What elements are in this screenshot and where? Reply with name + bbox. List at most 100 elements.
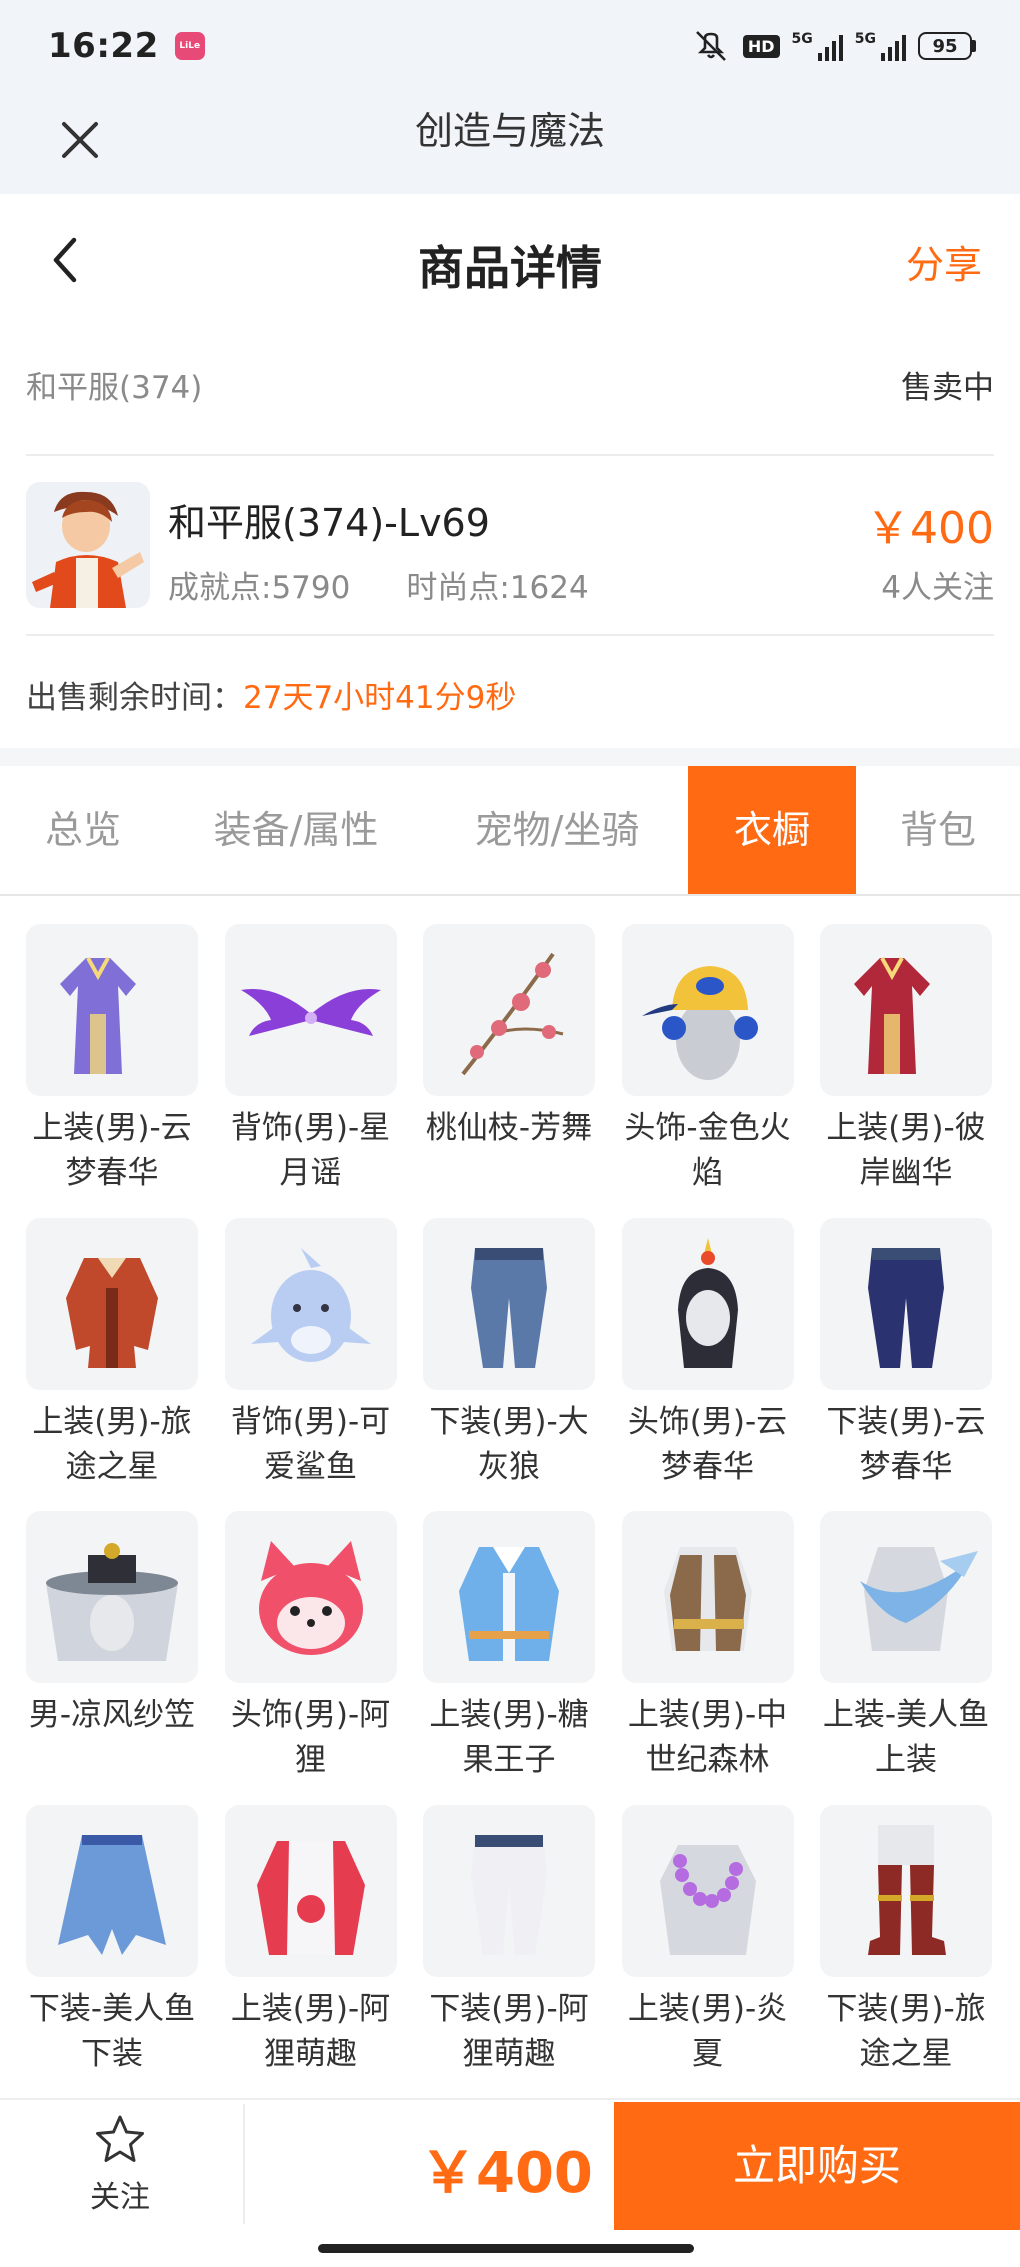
character-avatar-icon (26, 482, 150, 608)
wardrobe-item[interactable]: 头饰(男)-云梦春华 (621, 1217, 794, 1508)
item-thumbnail (423, 1217, 595, 1390)
pants-icon (471, 1834, 547, 1955)
item-thumbnail (26, 1217, 198, 1390)
follow-button[interactable]: 关注 (60, 2114, 180, 2224)
timer-label: 出售剩余时间： (26, 680, 243, 716)
item-thumbnail (820, 924, 992, 1096)
item-name: 上装(男)-旅途之星 (32, 1403, 192, 1485)
item-name: 上装(男)-阿狸萌趣 (230, 1990, 391, 2072)
battery-level: 95 (918, 32, 972, 60)
item-name: 头饰(男)-阿狸 (230, 1697, 391, 1778)
wardrobe-item[interactable]: 下装(男)-大灰狼 (423, 1217, 595, 1508)
product-row: 和平服(374)-Lv69 成就点:5790 时尚点:1624 ￥400 4人关… (26, 482, 994, 612)
wardrobe-item[interactable]: 头饰-金色火焰 (621, 924, 794, 1214)
item-name: 上装(男)-糖果王子 (429, 1697, 589, 1778)
signal-icon: 5G (792, 31, 843, 61)
item-thumbnail (423, 924, 595, 1096)
tab-bar: 总览 装备/属性 宠物/坐骑 衣橱 背包 (0, 766, 1020, 896)
item-thumbnail (224, 1217, 397, 1390)
product-name: 和平服(374)-Lv69 (168, 501, 490, 545)
wardrobe-item[interactable]: 上装(男)-彼岸幽华 (820, 924, 992, 1214)
wardrobe-item[interactable]: 上装(男)-旅途之星 (26, 1217, 198, 1508)
app-badge-label: LiLe (179, 41, 201, 51)
wardrobe-item[interactable]: 下装-美人鱼下装 (26, 1804, 198, 2095)
pants-icon (868, 1247, 944, 1368)
home-indicator[interactable] (318, 2244, 694, 2253)
product-price: ￥400 (866, 503, 994, 554)
vest-icon (663, 1547, 752, 1651)
item-thumbnail (224, 1511, 397, 1683)
divider (26, 634, 994, 636)
battery-icon: 95 (918, 32, 976, 60)
headdress-icon (677, 1237, 738, 1368)
item-thumbnail (423, 1804, 595, 1977)
wardrobe-item[interactable]: 上装-美人鱼上装 (820, 1511, 992, 1801)
divider (243, 2104, 245, 2224)
tab-overview[interactable]: 总览 (0, 766, 166, 894)
wardrobe-item[interactable]: 上装(男)-阿狸萌趣 (224, 1804, 397, 2095)
network-label: 5G (791, 31, 813, 47)
app-notification-icon: LiLe (174, 32, 205, 60)
status-time: 16:22 (48, 26, 159, 66)
robe-icon (60, 957, 136, 1074)
mute-icon (695, 31, 726, 61)
wardrobe-item[interactable]: 上装(男)-糖果王子 (423, 1511, 595, 1801)
tab-pets[interactable]: 宠物/坐骑 (426, 766, 688, 894)
item-thumbnail (820, 1217, 992, 1390)
item-name: 下装(男)-旅途之星 (826, 1990, 986, 2072)
window-title: 创造与魔法 (414, 109, 605, 153)
branch-icon (461, 952, 564, 1076)
achievement-points: 成就点:5790 (168, 570, 351, 606)
item-name: 下装(男)-大灰狼 (429, 1403, 589, 1485)
shark-icon (250, 1247, 371, 1362)
item-thumbnail (26, 924, 198, 1096)
fox-icon (258, 1541, 363, 1655)
bottom-price: ￥400 (420, 2141, 593, 2206)
item-thumbnail (621, 1217, 794, 1390)
jacket-icon (66, 1257, 158, 1368)
share-button[interactable]: 分享 (906, 234, 982, 289)
wardrobe-item[interactable]: 上装(男)-云梦春华 (26, 924, 198, 1214)
follower-count: 4人关注 (881, 570, 994, 606)
item-thumbnail (224, 1804, 397, 1977)
robe-icon (854, 957, 930, 1074)
tab-wardrobe[interactable]: 衣橱 (688, 766, 856, 894)
wardrobe-item[interactable]: 桃仙枝-芳舞 (423, 924, 595, 1214)
sale-timer: 出售剩余时间：27天7小时41分9秒 (26, 672, 516, 717)
hoodie-icon (256, 1840, 365, 1955)
wardrobe-item[interactable]: 下装(男)-旅途之星 (820, 1804, 992, 2095)
wardrobe-item[interactable]: 上装(男)-炎夏 (621, 1804, 794, 2095)
item-name: 头饰(男)-云梦春华 (627, 1403, 788, 1485)
item-thumbnail (621, 924, 794, 1096)
wardrobe-item[interactable]: 头饰(男)-阿狸 (224, 1511, 397, 1801)
product-stats: 成就点:5790 时尚点:1624 (168, 562, 589, 607)
item-thumbnail (621, 1804, 794, 1977)
character-avatar (26, 482, 150, 608)
cap-icon (641, 966, 758, 1080)
item-thumbnail (224, 924, 397, 1096)
page-title: 商品详情 (418, 241, 602, 295)
hd-badge: HD (742, 34, 780, 58)
status-bar: 16:22 LiLe HD 5G 5G 95 (0, 0, 1020, 92)
lei-icon (659, 1844, 756, 1955)
wardrobe-item[interactable]: 下装(男)-阿狸萌趣 (423, 1804, 595, 2095)
title-bar: 创造与魔法 (0, 92, 1020, 194)
item-name: 上装(男)-中世纪森林 (627, 1697, 788, 1778)
boots-icon (868, 1824, 946, 1955)
wardrobe-item[interactable]: 下装(男)-云梦春华 (820, 1217, 992, 1508)
item-thumbnail (423, 1511, 595, 1683)
wardrobe-item[interactable]: 背饰(男)-可爱鲨鱼 (224, 1217, 397, 1508)
section-separator (0, 748, 1020, 766)
buy-now-button[interactable]: 立即购买 (614, 2102, 1020, 2230)
nav-bar: 商品详情 分享 (0, 194, 1020, 324)
tab-equipment[interactable]: 装备/属性 (166, 766, 426, 894)
bottom-action-bar: 关注 ￥400 立即购买 (0, 2098, 1020, 2230)
tab-bag[interactable]: 背包 (856, 766, 1020, 894)
wardrobe-item[interactable]: 上装(男)-中世纪森林 (621, 1511, 794, 1801)
item-name: 上装(男)-炎夏 (627, 1990, 788, 2072)
server-row: 和平服(374) 售卖中 (26, 362, 994, 407)
divider (26, 454, 994, 456)
wardrobe-item[interactable]: 背饰(男)-星月谣 (224, 924, 397, 1214)
wardrobe-item[interactable]: 男-凉风纱笠 (26, 1511, 198, 1801)
item-thumbnail (820, 1511, 992, 1683)
